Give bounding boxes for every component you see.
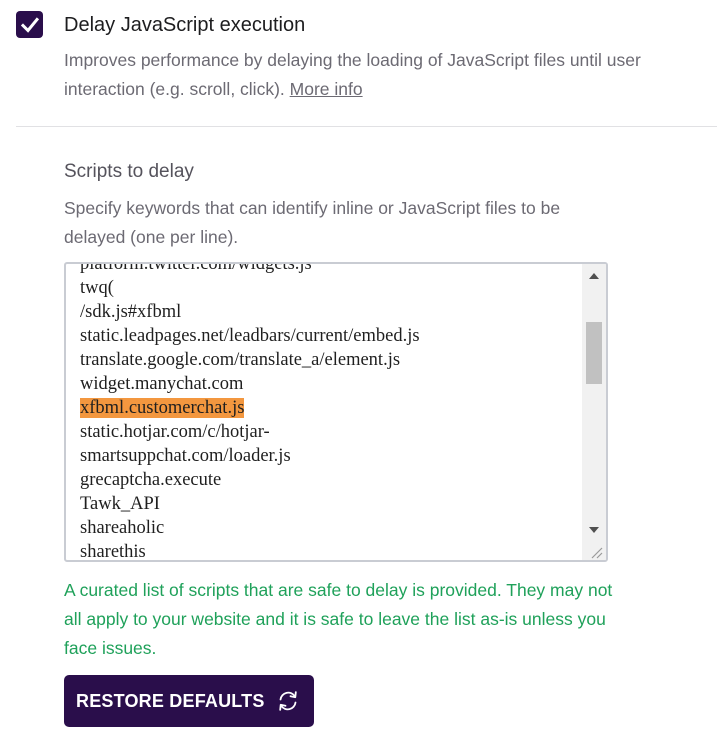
script-keyword-line: shareaholic — [80, 516, 420, 540]
script-keyword-text: twq( — [80, 278, 114, 298]
script-keyword-line: grecaptcha.execute — [80, 468, 420, 492]
script-keyword-line: sharethis — [80, 540, 420, 562]
script-keyword-line: smartsuppchat.com/loader.js — [80, 444, 420, 468]
option-description: Improves performance by delaying the loa… — [64, 46, 714, 104]
script-keyword-line: static.hotjar.com/c/hotjar- — [80, 420, 420, 444]
script-keyword-text: static.hotjar.com/c/hotjar- — [80, 422, 270, 442]
script-keyword-line: /sdk.js#xfbml — [80, 300, 420, 324]
script-keyword-text: sharethis — [80, 542, 146, 562]
restore-defaults-button[interactable]: RESTORE DEFAULTS — [64, 675, 314, 727]
scripts-section-title: Scripts to delay — [64, 161, 194, 182]
script-keyword-line: static.leadpages.net/leadbars/current/em… — [80, 324, 420, 348]
divider — [16, 126, 717, 127]
script-keyword-line: twq( — [80, 276, 420, 300]
script-keyword-text: static.leadpages.net/leadbars/current/em… — [80, 326, 420, 346]
scrollbar-thumb[interactable] — [586, 322, 602, 384]
checkmark-icon — [20, 16, 39, 33]
script-keyword-text: platform.twitter.com/widgets.js — [80, 262, 312, 274]
script-keyword-line: xfbml.customerchat.js — [80, 396, 420, 420]
script-keyword-text: smartsuppchat.com/loader.js — [80, 446, 291, 466]
script-keyword-text: Tawk_API — [80, 494, 160, 514]
textarea-scrollbar[interactable] — [582, 264, 606, 542]
curated-list-note: A curated list of scripts that are safe … — [64, 580, 613, 658]
scroll-down-arrow-icon[interactable] — [582, 518, 606, 542]
scripts-textarea[interactable]: platform.twitter.com/widgets.js twq( /sdk.… — [64, 262, 608, 562]
script-keyword-line: Tawk_API — [80, 492, 420, 516]
restore-defaults-label: RESTORE DEFAULTS — [76, 690, 265, 711]
delay-js-checkbox[interactable] — [16, 11, 43, 38]
script-keyword-text: xfbml.customerchat.js — [80, 398, 245, 418]
script-keyword-text: translate.google.com/translate_a/element… — [80, 350, 401, 370]
script-keyword-line: platform.twitter.com/widgets.js — [80, 262, 420, 276]
settings-panel: Delay JavaScript execution Improves perf… — [0, 0, 717, 750]
refresh-icon — [279, 691, 297, 711]
script-keyword-text: /sdk.js#xfbml — [80, 302, 182, 322]
option-title: Delay JavaScript execution — [64, 14, 306, 36]
scripts-textarea-content[interactable]: platform.twitter.com/widgets.js twq( /sdk.… — [80, 262, 420, 562]
script-keyword-text: widget.manychat.com — [80, 374, 244, 394]
script-keyword-line: widget.manychat.com — [80, 372, 420, 396]
more-info-link[interactable]: More info — [290, 79, 363, 99]
scroll-up-arrow-icon[interactable] — [582, 264, 606, 288]
scripts-section-description: Specify keywords that can identify inlin… — [64, 198, 561, 247]
script-keyword-text: grecaptcha.execute — [80, 470, 222, 490]
script-keyword-text: shareaholic — [80, 518, 165, 538]
script-keyword-line: translate.google.com/translate_a/element… — [80, 348, 420, 372]
resize-handle-icon[interactable] — [582, 542, 606, 560]
